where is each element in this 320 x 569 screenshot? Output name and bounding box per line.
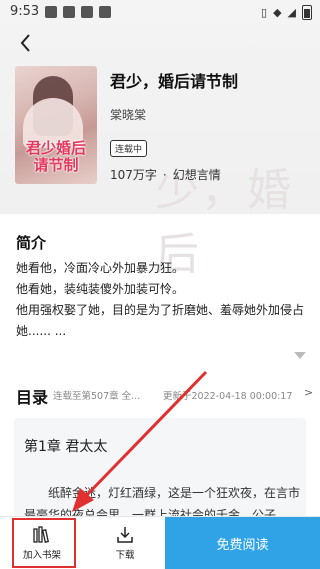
toc-heading[interactable]: 目录 xyxy=(16,384,48,408)
toc-updated-time[interactable]: 更新于2022-04-18 00:00:17 xyxy=(163,388,292,402)
status-time: 9:53 xyxy=(10,4,40,19)
genre: 幻想言情 xyxy=(172,168,221,182)
book-cover[interactable]: 君少婚后请节制 xyxy=(15,66,97,184)
app-icon-2 xyxy=(99,6,111,18)
download-icon xyxy=(117,527,133,543)
toc-latest-chapter[interactable]: 连载至第507章 全... xyxy=(53,388,140,402)
app-icon xyxy=(81,6,93,18)
app-a-icon xyxy=(63,6,75,18)
status-bar: 9:53 ▯ ◆ ◢ xyxy=(0,0,320,24)
meta-separator: · xyxy=(162,168,167,182)
book-author[interactable]: 棠晓棠 xyxy=(110,106,146,123)
status-badge: 连载中 xyxy=(110,140,148,157)
intro-heading: 简介 xyxy=(16,234,47,252)
intro-paragraph: 他看她，装纯装傻外加装可怜。 xyxy=(16,282,185,296)
intro-paragraph: 她看他，冷面冷心外加暴力狂。 xyxy=(16,261,185,275)
chapter-title: 第1章 君太太 xyxy=(24,439,108,455)
expand-intro-icon[interactable] xyxy=(294,352,306,359)
cover-title-text: 君少婚后请节制 xyxy=(25,139,86,174)
notification-icon xyxy=(45,6,57,18)
wifi-icon: ◆ xyxy=(273,6,282,19)
download-label: 下载 xyxy=(115,550,135,561)
back-arrow-icon[interactable] xyxy=(14,30,40,56)
annotation-highlight-box xyxy=(12,518,76,568)
book-meta: 107万字 · 幻想言情 xyxy=(110,166,221,183)
word-count: 107万字 xyxy=(110,168,157,182)
signal-icon: ◢ xyxy=(287,6,296,19)
status-icons: ▯ ◆ ◢ xyxy=(261,5,312,20)
book-title: 君少，婚后请节制 xyxy=(110,72,239,91)
book-header: 少，婚后 君少婚后请节制 君少，婚后请节制 棠晓棠 连载中 107万字 · 幻想言情 xyxy=(0,24,320,280)
toc-chevron-icon[interactable]: > xyxy=(304,386,313,399)
intro-text: 她看他，冷面冷心外加暴力狂。 他看她，装纯装傻外加装可怜。 他用强权娶了她，目的… xyxy=(16,258,304,342)
download-button[interactable]: 下载 xyxy=(88,517,162,569)
free-read-button[interactable]: 免费阅读 xyxy=(165,517,320,569)
intro-paragraph: 他用强权娶了她，目的是为了折磨她、羞辱她外加侵占她...... ... xyxy=(16,303,305,338)
battery-icon xyxy=(302,5,312,20)
vibrate-icon: ▯ xyxy=(261,6,268,19)
